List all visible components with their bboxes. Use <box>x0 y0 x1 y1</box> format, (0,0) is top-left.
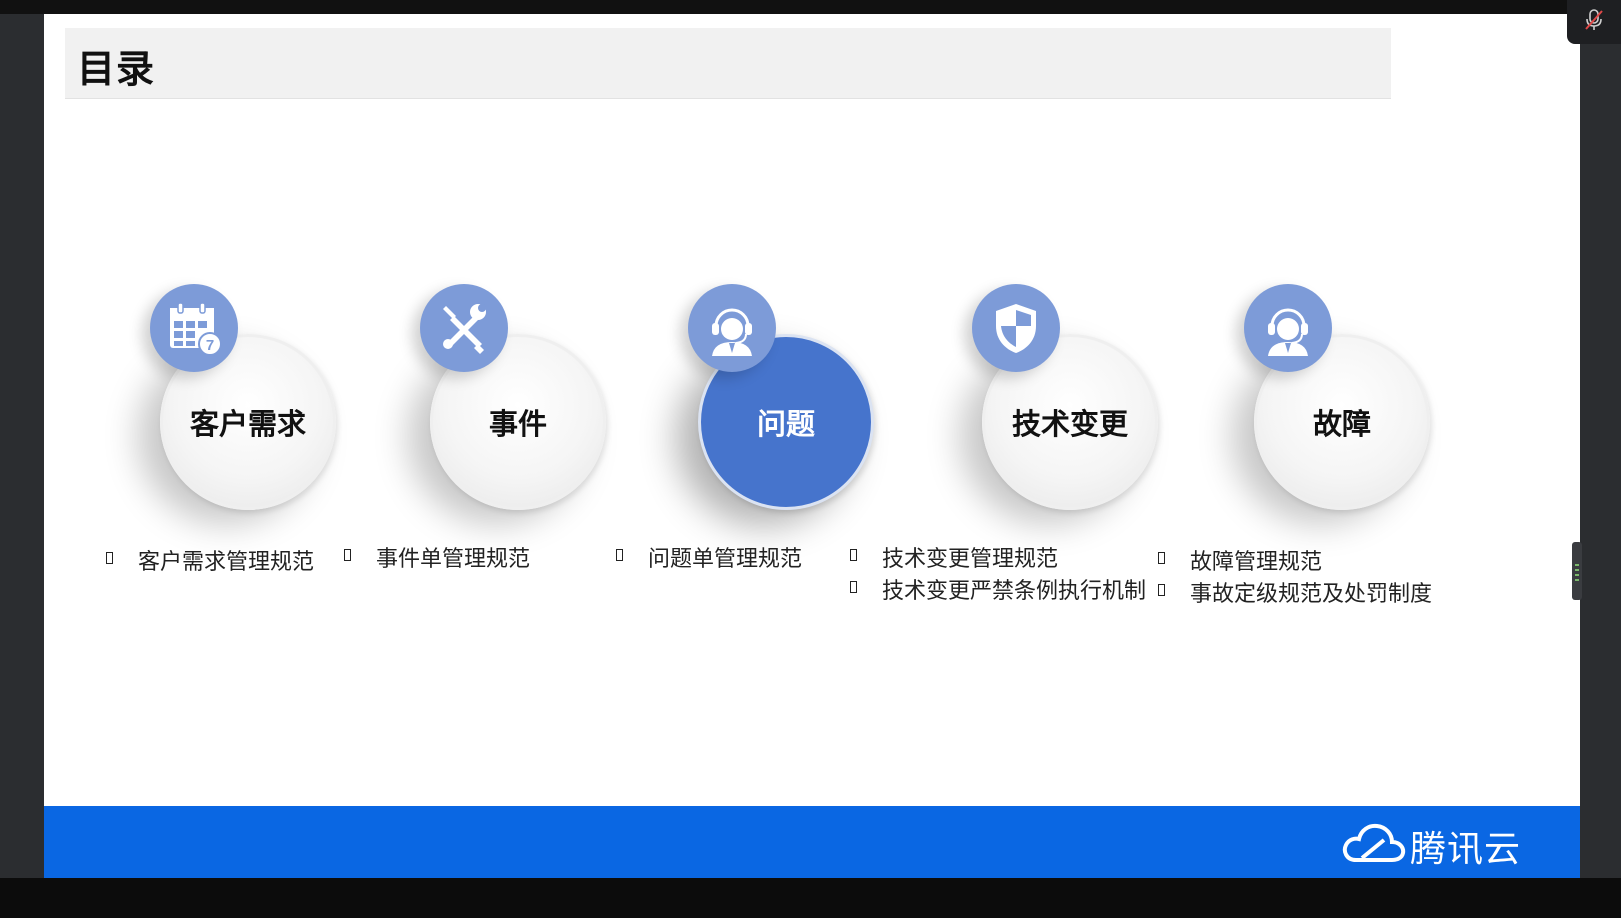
bullet-text: 故障管理规范 <box>1190 550 1323 575</box>
toc-item-incident: 事件 <box>380 284 660 544</box>
toc-circle-label: 故障 <box>1312 407 1371 441</box>
toc-circle-label: 问题 <box>756 407 815 441</box>
bullet-text: 事故定级规范及处罚制度 <box>1190 582 1433 607</box>
bullet-text: 客户需求管理规范 <box>138 550 315 575</box>
side-panel-handle[interactable] <box>1572 542 1582 600</box>
svg-text:7: 7 <box>206 337 214 354</box>
calendar-icon: 7 <box>150 284 238 372</box>
shield-icon <box>972 284 1060 372</box>
bullet-marker <box>1158 584 1165 596</box>
bullet-marker <box>344 549 351 561</box>
brand: 腾讯云 <box>1340 818 1540 870</box>
headset-agent-icon <box>688 284 776 372</box>
bullet-marker <box>106 552 113 564</box>
headset-agent-icon <box>1244 284 1332 372</box>
toc-circle-label: 事件 <box>488 407 547 441</box>
toc-circle-label: 技术变更 <box>1011 407 1128 441</box>
toc-circle-label: 客户需求 <box>189 407 306 441</box>
tools-icon <box>420 284 508 372</box>
window-top-bar <box>0 0 1621 14</box>
footer-bar: 腾讯云 <box>44 806 1580 878</box>
toc-item-fault: 故障 <box>1204 284 1484 544</box>
toc-item-tech-change: 技术变更 <box>932 284 1212 544</box>
bullet-marker <box>1158 552 1165 564</box>
slide: 目录 客户需求 7 事件 问题 技术变更 故障 客户需求管理规范 事件单管理规范… <box>44 14 1580 878</box>
bullet-marker <box>850 549 857 561</box>
bullet-marker <box>850 581 857 593</box>
slide-title: 目录 <box>77 47 156 91</box>
tencent-cloud-logo <box>1342 823 1406 862</box>
bullet-text: 技术变更管理规范 <box>882 547 1059 572</box>
bullet-text: 事件单管理规范 <box>376 547 531 572</box>
title-bar: 目录 <box>65 28 1391 99</box>
toc-item-problem: 问题 <box>648 284 928 544</box>
toc-item-customer-demand: 客户需求 7 <box>110 284 390 544</box>
bullet-text: 技术变更严禁条例执行机制 <box>882 579 1147 604</box>
brand-name: 腾讯云 <box>1410 829 1522 870</box>
bullet-text: 问题单管理规范 <box>648 547 803 572</box>
microphone-muted-icon <box>1585 9 1603 30</box>
mute-indicator[interactable] <box>1567 0 1621 44</box>
window-bottom-bar <box>0 878 1621 918</box>
bullet-marker <box>616 549 623 561</box>
